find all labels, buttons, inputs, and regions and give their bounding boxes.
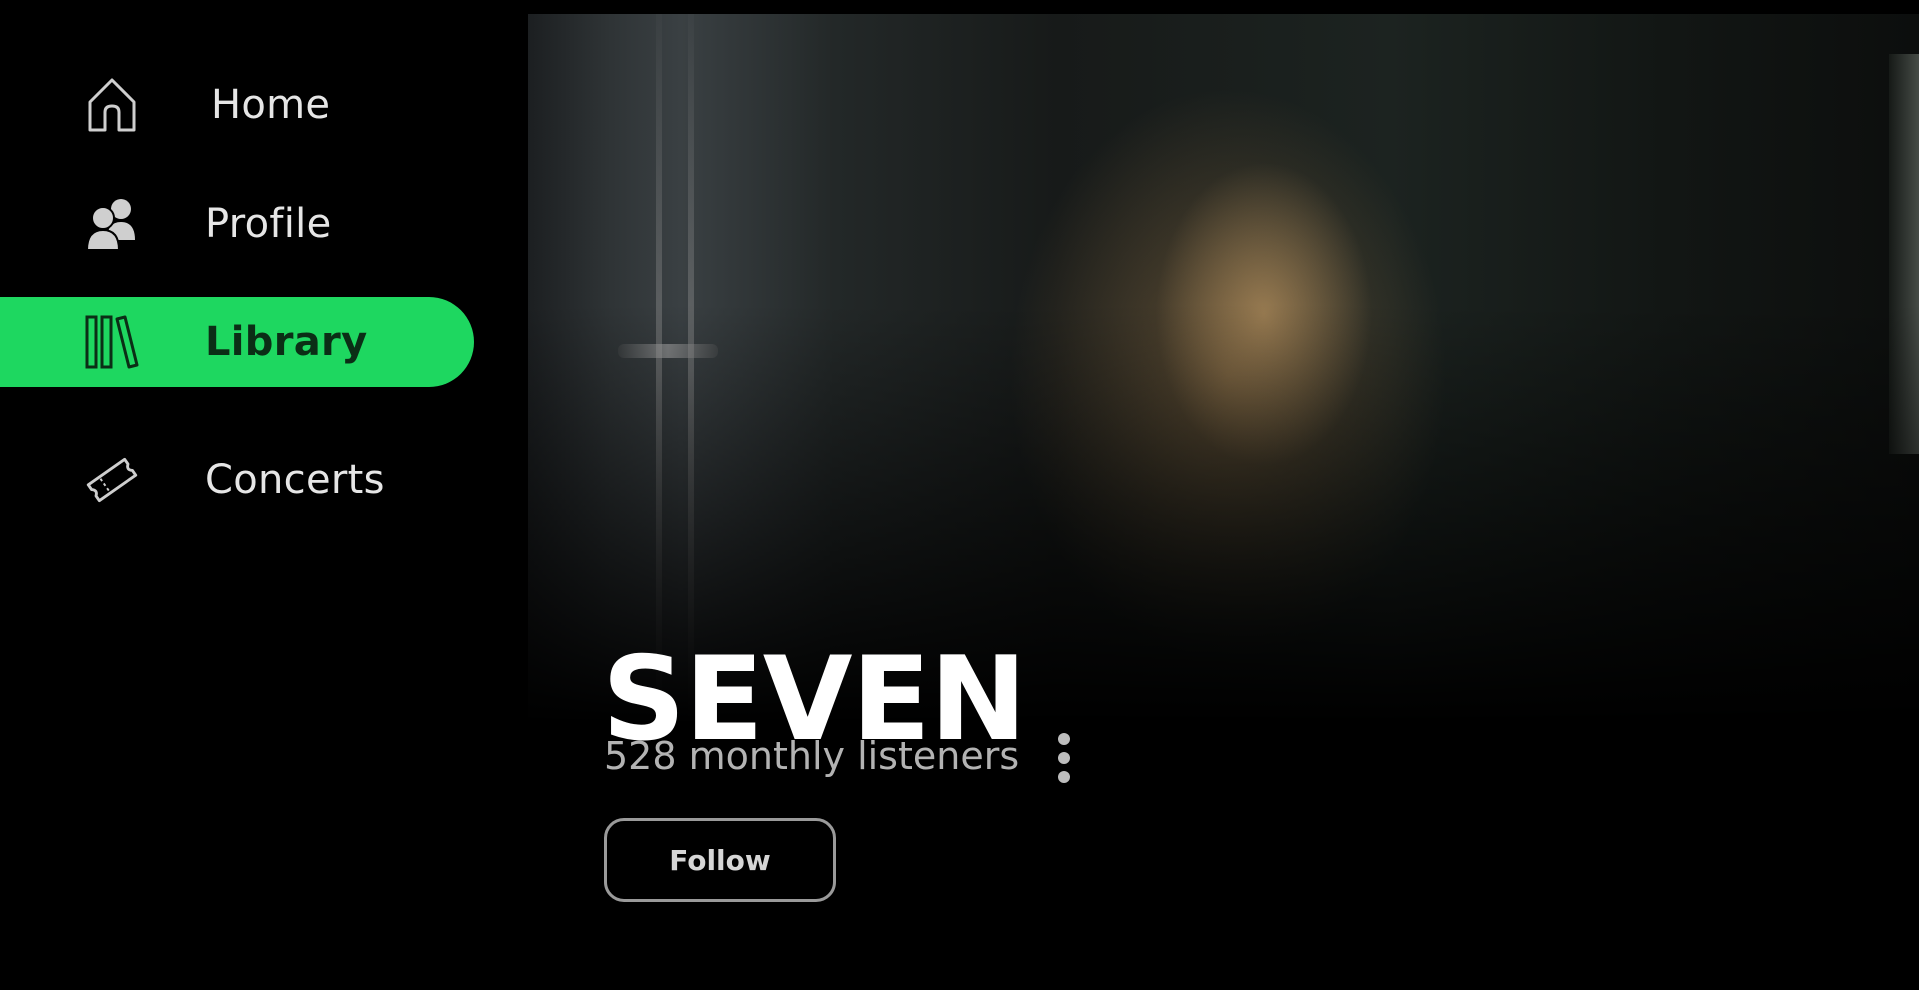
- artist-hero-image: [528, 14, 1919, 724]
- sidebar-item-label: Concerts: [205, 457, 385, 503]
- library-icon: [84, 314, 140, 370]
- monthly-listeners: 528 monthly listeners: [604, 734, 1020, 778]
- users-icon: [84, 196, 140, 252]
- sidebar-item-label: Profile: [205, 201, 332, 247]
- sidebar-item-home[interactable]: Home: [0, 60, 474, 150]
- artist-page: SEVEN 528 monthly listeners Follow: [528, 0, 1919, 990]
- sidebar-item-label: Home: [211, 82, 331, 128]
- app-window: Home Profile Library Concerts SEVEN 528 …: [0, 0, 1919, 990]
- sidebar-item-concerts[interactable]: Concerts: [0, 435, 474, 525]
- sidebar-item-library[interactable]: Library: [0, 297, 474, 387]
- follow-button[interactable]: Follow: [604, 818, 836, 902]
- more-options-button[interactable]: [1052, 730, 1076, 786]
- sidebar: Home Profile Library Concerts: [0, 0, 500, 990]
- more-vertical-icon: [1058, 733, 1070, 783]
- sidebar-item-label: Library: [205, 319, 368, 365]
- home-icon: [84, 77, 140, 133]
- ticket-icon: [84, 452, 140, 508]
- sidebar-item-profile[interactable]: Profile: [0, 179, 474, 269]
